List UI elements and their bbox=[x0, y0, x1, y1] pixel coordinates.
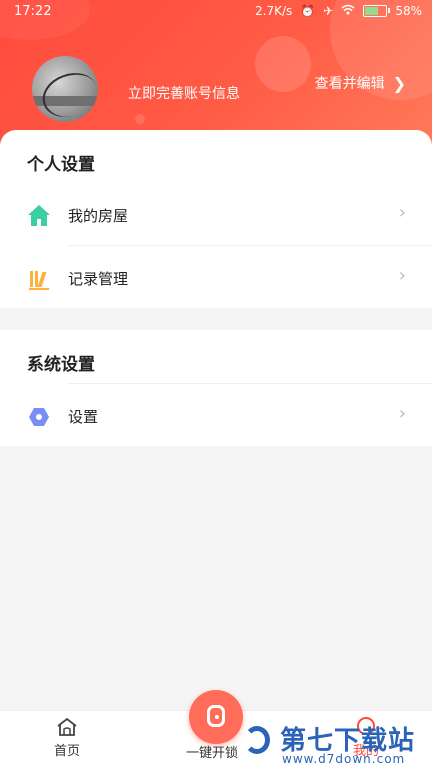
wifi-icon bbox=[341, 4, 355, 18]
tab-home[interactable]: 首页 bbox=[27, 717, 107, 759]
books-icon bbox=[28, 268, 50, 290]
chevron-right-icon: › bbox=[398, 403, 406, 424]
system-settings-card: 系统设置 设置 › bbox=[0, 330, 432, 446]
chevron-right-icon: › bbox=[398, 265, 406, 286]
view-edit-label: 查看并编辑 bbox=[314, 76, 385, 92]
alarm-icon: ⏰ bbox=[300, 4, 316, 18]
menu-item-record-management[interactable]: 记录管理 › bbox=[0, 249, 432, 307]
watermark-logo-icon bbox=[242, 720, 276, 764]
status-bar: 17:22 2.7K/s ⏰ ✈ 58% bbox=[0, 0, 432, 24]
battery-percent: 58% bbox=[395, 4, 422, 18]
complete-account-info-link[interactable]: 立即完善账号信息 bbox=[128, 83, 240, 103]
section-title-personal: 个人设置 bbox=[27, 155, 95, 175]
one-key-unlock-button[interactable] bbox=[189, 690, 243, 744]
menu-item-my-house[interactable]: 我的房屋 › bbox=[0, 186, 432, 244]
divider bbox=[68, 383, 432, 384]
chevron-right-icon: › bbox=[398, 202, 406, 223]
home-icon bbox=[56, 717, 78, 737]
status-time: 17:22 bbox=[14, 4, 52, 19]
divider bbox=[68, 245, 432, 246]
profile-header: 17:22 2.7K/s ⏰ ✈ 58% 立即完善账号信息 查看并编辑 ❯ bbox=[0, 0, 432, 150]
watermark-url: www.d7down.com bbox=[282, 752, 406, 766]
view-edit-button[interactable]: 查看并编辑 ❯ bbox=[315, 73, 406, 93]
menu-item-settings[interactable]: 设置 › bbox=[0, 387, 432, 445]
decor-bubble bbox=[255, 36, 311, 92]
network-speed: 2.7K/s bbox=[255, 4, 293, 18]
chevron-right-icon: ❯ bbox=[392, 73, 406, 93]
airplane-icon: ✈ bbox=[323, 4, 334, 18]
avatar[interactable] bbox=[32, 56, 98, 122]
menu-item-label: 设置 bbox=[68, 408, 99, 426]
hexagon-settings-icon bbox=[28, 406, 50, 428]
menu-item-label: 我的房屋 bbox=[68, 207, 129, 225]
tab-home-label: 首页 bbox=[53, 744, 80, 759]
battery-icon bbox=[363, 5, 391, 17]
personal-settings-card: 个人设置 我的房屋 › 记录管理 › bbox=[0, 130, 432, 308]
house-icon bbox=[28, 205, 50, 227]
one-key-unlock-label: 一键开锁 bbox=[186, 746, 239, 761]
decor-bubble bbox=[135, 114, 145, 124]
watermark: 第七下载站 www.d7down.com bbox=[242, 718, 432, 768]
menu-item-label: 记录管理 bbox=[68, 270, 129, 288]
section-title-system: 系统设置 bbox=[27, 355, 95, 375]
lock-icon bbox=[207, 705, 225, 727]
